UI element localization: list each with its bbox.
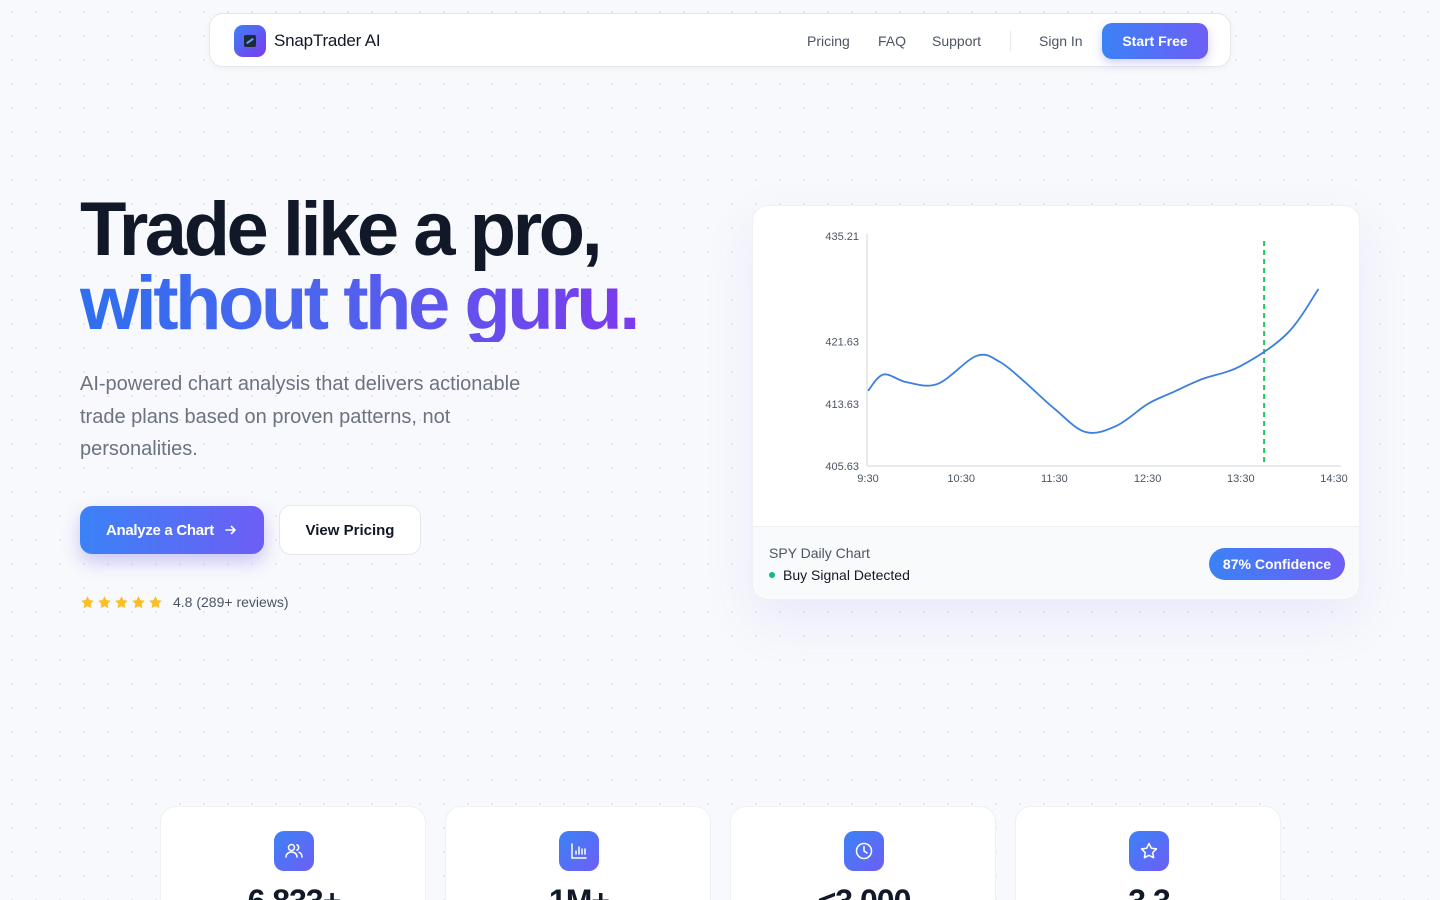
sign-in-link[interactable]: Sign In — [1039, 33, 1083, 49]
star-icon — [115, 595, 128, 608]
rating: 4.8 (289+ reviews) — [80, 594, 289, 610]
arrow-right-icon — [225, 525, 236, 535]
nav-link-pricing[interactable]: Pricing — [807, 33, 850, 49]
signal-text: Buy Signal Detected — [783, 567, 910, 583]
star-icon — [149, 595, 162, 608]
clock-icon — [844, 831, 884, 871]
stat-card-time: <3,000 — [730, 806, 996, 900]
star-icon — [81, 595, 94, 608]
stat-card-rating: 3.3 — [1015, 806, 1281, 900]
top-nav: SnapTrader AI Pricing FAQ Support Sign I… — [209, 13, 1231, 67]
star-icon — [132, 595, 145, 608]
stat-value: 3.3 — [1016, 883, 1282, 900]
stat-card-charts: 1M+ — [445, 806, 711, 900]
star-icon — [98, 595, 111, 608]
bar-chart-icon — [559, 831, 599, 871]
stat-card-users: 6,833+ — [160, 806, 426, 900]
chart-title: SPY Daily Chart — [769, 545, 870, 561]
users-icon — [274, 831, 314, 871]
brand-name[interactable]: SnapTrader AI — [274, 31, 381, 51]
price-line-chart: 435.21 421.63 413.63 405.63 9:30 10:30 11:30 1… — [825, 231, 1348, 485]
x-tick-label: 12:30 — [1134, 473, 1162, 485]
view-pricing-button[interactable]: View Pricing — [279, 505, 421, 555]
stat-value: 1M+ — [446, 883, 712, 900]
headline-line1: Trade like a pro, — [80, 187, 603, 272]
confidence-badge: 87% Confidence — [1209, 548, 1345, 580]
x-tick-label: 13:30 — [1227, 473, 1255, 485]
x-tick-label: 11:30 — [1041, 473, 1068, 485]
stat-value: 6,833+ — [161, 883, 427, 900]
logo-icon[interactable] — [234, 25, 266, 57]
nav-link-faq[interactable]: FAQ — [878, 33, 906, 49]
y-tick-label: 413.63 — [825, 399, 859, 411]
star-icon — [1129, 831, 1169, 871]
nav-divider — [1010, 31, 1011, 51]
y-tick-label: 435.21 — [825, 231, 859, 243]
hero-subtitle: AI-powered chart analysis that delivers … — [80, 373, 521, 460]
analyze-chart-label: Analyze a Chart — [105, 521, 215, 539]
rating-text: 4.8 (289+ reviews) — [173, 594, 289, 610]
y-tick-label: 421.63 — [825, 337, 859, 349]
headline-line2: without the guru. — [80, 261, 640, 346]
chart-card-footer: SPY Daily Chart Buy Signal Detected 87% … — [753, 526, 1359, 599]
stat-value: <3,000 — [731, 883, 997, 900]
x-tick-label: 9:30 — [857, 473, 878, 485]
analyze-chart-button[interactable]: Analyze a Chart — [80, 506, 264, 554]
y-tick-label: 405.63 — [825, 461, 859, 473]
signal-status-dot — [769, 572, 775, 578]
nav-link-support[interactable]: Support — [932, 33, 981, 49]
chart-preview-card: 435.21 421.63 413.63 405.63 9:30 10:30 11:30 1… — [752, 205, 1360, 600]
start-free-button[interactable]: Start Free — [1102, 23, 1208, 59]
x-tick-label: 14:30 — [1320, 473, 1348, 485]
price-series-line — [867, 288, 1320, 434]
x-tick-label: 10:30 — [947, 473, 975, 485]
